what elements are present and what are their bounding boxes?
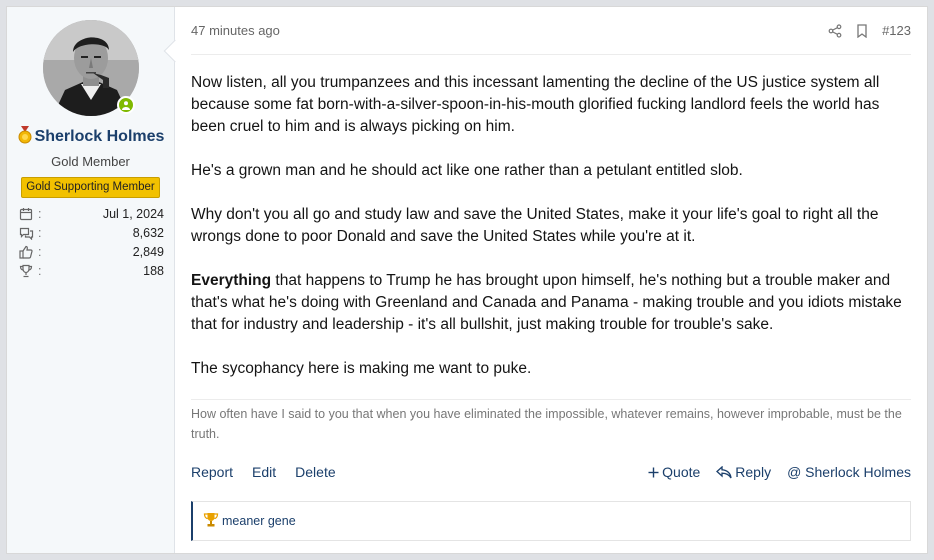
post-header-actions: #123 — [828, 23, 911, 38]
report-link[interactable]: Report — [191, 464, 233, 480]
mention-button[interactable]: @ Sherlock Holmes — [787, 464, 911, 480]
stat-colon: : — [38, 244, 42, 259]
user-banner: Gold Supporting Member — [21, 177, 160, 198]
stat-points-value: 188 — [143, 263, 164, 278]
stat-colon: : — [38, 225, 42, 240]
user-title: Gold Member — [51, 154, 130, 169]
stat-joined: : Jul 1, 2024 — [19, 204, 164, 223]
post-footer-right: Quote Reply @ Sherlock Holmes — [648, 464, 911, 480]
post-paragraph: Everything that happens to Trump he has … — [191, 270, 911, 336]
post-timestamp[interactable]: 47 minutes ago — [191, 23, 280, 38]
bookmark-icon[interactable] — [856, 23, 868, 38]
online-status-icon — [116, 96, 135, 114]
post-footer-left: Report Edit Delete — [191, 464, 336, 480]
post-container: Sherlock Holmes Gold Member Gold Support… — [6, 6, 928, 554]
post-paragraph: He's a grown man and he should act like … — [191, 162, 743, 179]
plus-icon — [648, 467, 659, 477]
stat-joined-value: Jul 1, 2024 — [102, 206, 164, 221]
messages-icon — [19, 225, 37, 241]
stat-points: : 188 — [19, 261, 164, 280]
post-paragraph: Now listen, all you trumpanzees and this… — [191, 74, 880, 135]
stat-colon: : — [38, 263, 42, 278]
reply-label[interactable]: Reply — [735, 464, 771, 480]
medal-icon — [17, 126, 33, 151]
bold-word: Everything — [191, 272, 272, 289]
signature: How often have I said to you that when y… — [191, 399, 911, 444]
post-paragraph-rest: that happens to Trump he has brought upo… — [191, 272, 902, 333]
post-footer: Report Edit Delete Quote Reply @ Sherloc… — [191, 461, 911, 483]
reply-button[interactable]: Reply — [716, 464, 771, 480]
trophy-reaction-icon — [203, 512, 219, 530]
thumbs-up-icon — [19, 244, 37, 260]
stat-reactions-value: 2,849 — [132, 244, 164, 259]
user-stats: : Jul 1, 2024 : 8,632: 2,849: 188 — [19, 204, 164, 280]
quote-button[interactable]: Quote — [648, 464, 700, 480]
avatar-wrap — [42, 20, 139, 116]
delete-link[interactable]: Delete — [295, 464, 335, 480]
edit-link[interactable]: Edit — [252, 464, 276, 480]
post-main: 47 minutes ago #123 Now listen, all you … — [175, 7, 927, 553]
quote-label[interactable]: Quote — [662, 464, 700, 480]
trophy-icon — [19, 263, 37, 279]
reply-icon — [716, 465, 732, 478]
stat-reactions: : 2,849 — [19, 242, 164, 261]
stat-messages-value: 8,632 — [132, 225, 164, 240]
stat-colon: : — [38, 206, 42, 221]
calendar-icon — [19, 206, 37, 222]
username[interactable]: Sherlock Holmes — [7, 126, 174, 151]
post-number[interactable]: #123 — [882, 23, 911, 38]
user-column: Sherlock Holmes Gold Member Gold Support… — [7, 7, 187, 553]
share-icon[interactable] — [828, 23, 842, 38]
post-paragraph: Why don't you all go and study law and s… — [191, 206, 879, 245]
reactions-bar[interactable]: meaner gene — [191, 501, 911, 541]
post-paragraph: The sycophancy here is making me want to… — [191, 360, 532, 377]
post-header: 47 minutes ago #123 — [191, 7, 911, 55]
stat-messages: : 8,632 — [19, 223, 164, 242]
reaction-users[interactable]: meaner gene — [222, 514, 296, 528]
username-text[interactable]: Sherlock Holmes — [35, 128, 165, 145]
post-body: Now listen, all you trumpanzees and this… — [191, 55, 911, 380]
